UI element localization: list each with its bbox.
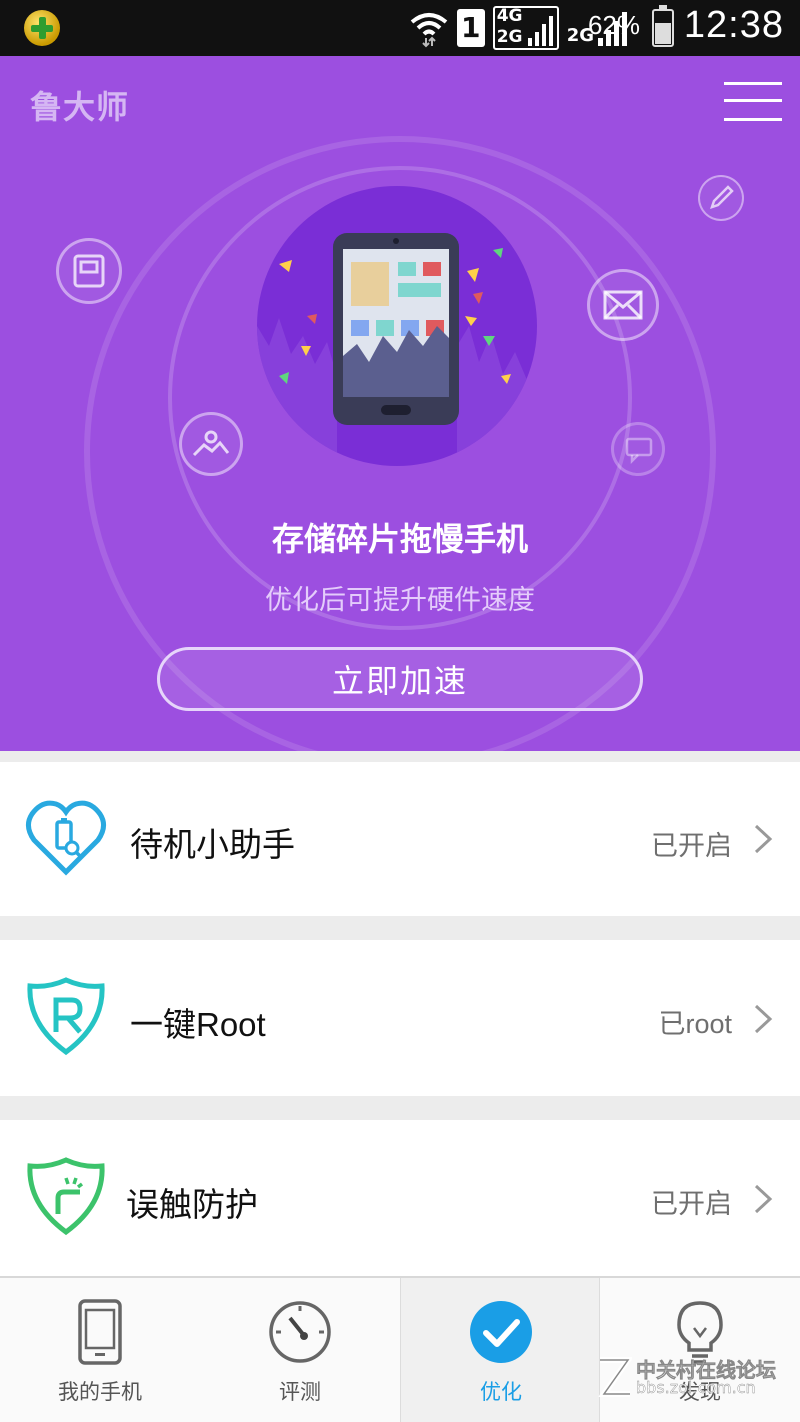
tab-optimize[interactable]: 优化	[400, 1278, 600, 1422]
chevron-right-icon	[754, 1004, 773, 1034]
list-item-touch-protection[interactable]: 误触防护 已开启	[0, 1120, 800, 1276]
list-item-label: 待机小助手	[130, 826, 295, 863]
signal-icon	[527, 16, 553, 46]
battery-percent: 62%	[587, 10, 640, 40]
tab-benchmark[interactable]: 评测	[200, 1278, 400, 1422]
tab-label: 我的手机	[58, 1380, 142, 1404]
list-item-standby-assistant[interactable]: 待机小助手 已开启	[0, 762, 800, 916]
speedometer-icon	[269, 1301, 331, 1363]
watermark-url: bbs.zol.com.cn	[636, 1378, 756, 1397]
tab-my-phone[interactable]: 我的手机	[0, 1278, 200, 1422]
watermark: 中关村在线论坛 bbs.zol.com.cn	[596, 1352, 796, 1402]
tab-label: 评测	[279, 1380, 321, 1404]
list-item-status: 已开启	[651, 831, 732, 861]
network-type-top: 4G	[496, 6, 523, 26]
hero-title: 存储碎片拖慢手机	[271, 520, 528, 558]
heart-battery-icon	[26, 800, 106, 876]
sim-slot-indicator: 1	[456, 9, 485, 47]
zol-logo-icon	[598, 1357, 632, 1397]
tab-label: 优化	[480, 1380, 522, 1404]
list-item-label: 一键Root	[130, 1006, 266, 1043]
phone-illustration	[257, 186, 537, 466]
chevron-right-icon	[754, 1184, 773, 1214]
image-icon	[179, 412, 243, 476]
360-plus-icon	[24, 10, 60, 46]
hero-panel: 鲁大师 存储碎片拖慢手机 优化后可提升硬件速度 立即加速	[0, 56, 800, 751]
app-title: 鲁大师	[30, 88, 130, 126]
chat-icon	[611, 422, 665, 476]
wifi-icon	[410, 13, 447, 48]
hero-subtitle: 优化后可提升硬件速度	[265, 585, 535, 616]
check-circle-icon	[470, 1301, 532, 1363]
pencil-icon	[698, 175, 744, 221]
list-item-one-key-root[interactable]: 一键Root 已root	[0, 940, 800, 1096]
mail-icon	[587, 269, 659, 341]
clock: 12:38	[683, 4, 784, 46]
battery-icon	[652, 5, 674, 47]
phone-icon	[78, 1299, 122, 1365]
list-item-label: 误触防护	[126, 1186, 258, 1223]
dual-network-indicator: 4G 2G	[492, 6, 559, 50]
chevron-right-icon	[754, 824, 773, 854]
shield-touch-icon	[27, 1157, 105, 1236]
list-item-status: 已开启	[651, 1189, 732, 1219]
book-icon	[56, 238, 122, 304]
status-bar: 1 4G 2G 2G 62% 12:38	[0, 0, 800, 56]
shield-r-icon	[27, 977, 105, 1056]
list-item-status: 已root	[658, 1009, 732, 1039]
network-type-bottom: 2G	[496, 27, 523, 47]
hamburger-menu-icon[interactable]	[724, 78, 782, 124]
accelerate-button[interactable]: 立即加速	[157, 647, 643, 711]
